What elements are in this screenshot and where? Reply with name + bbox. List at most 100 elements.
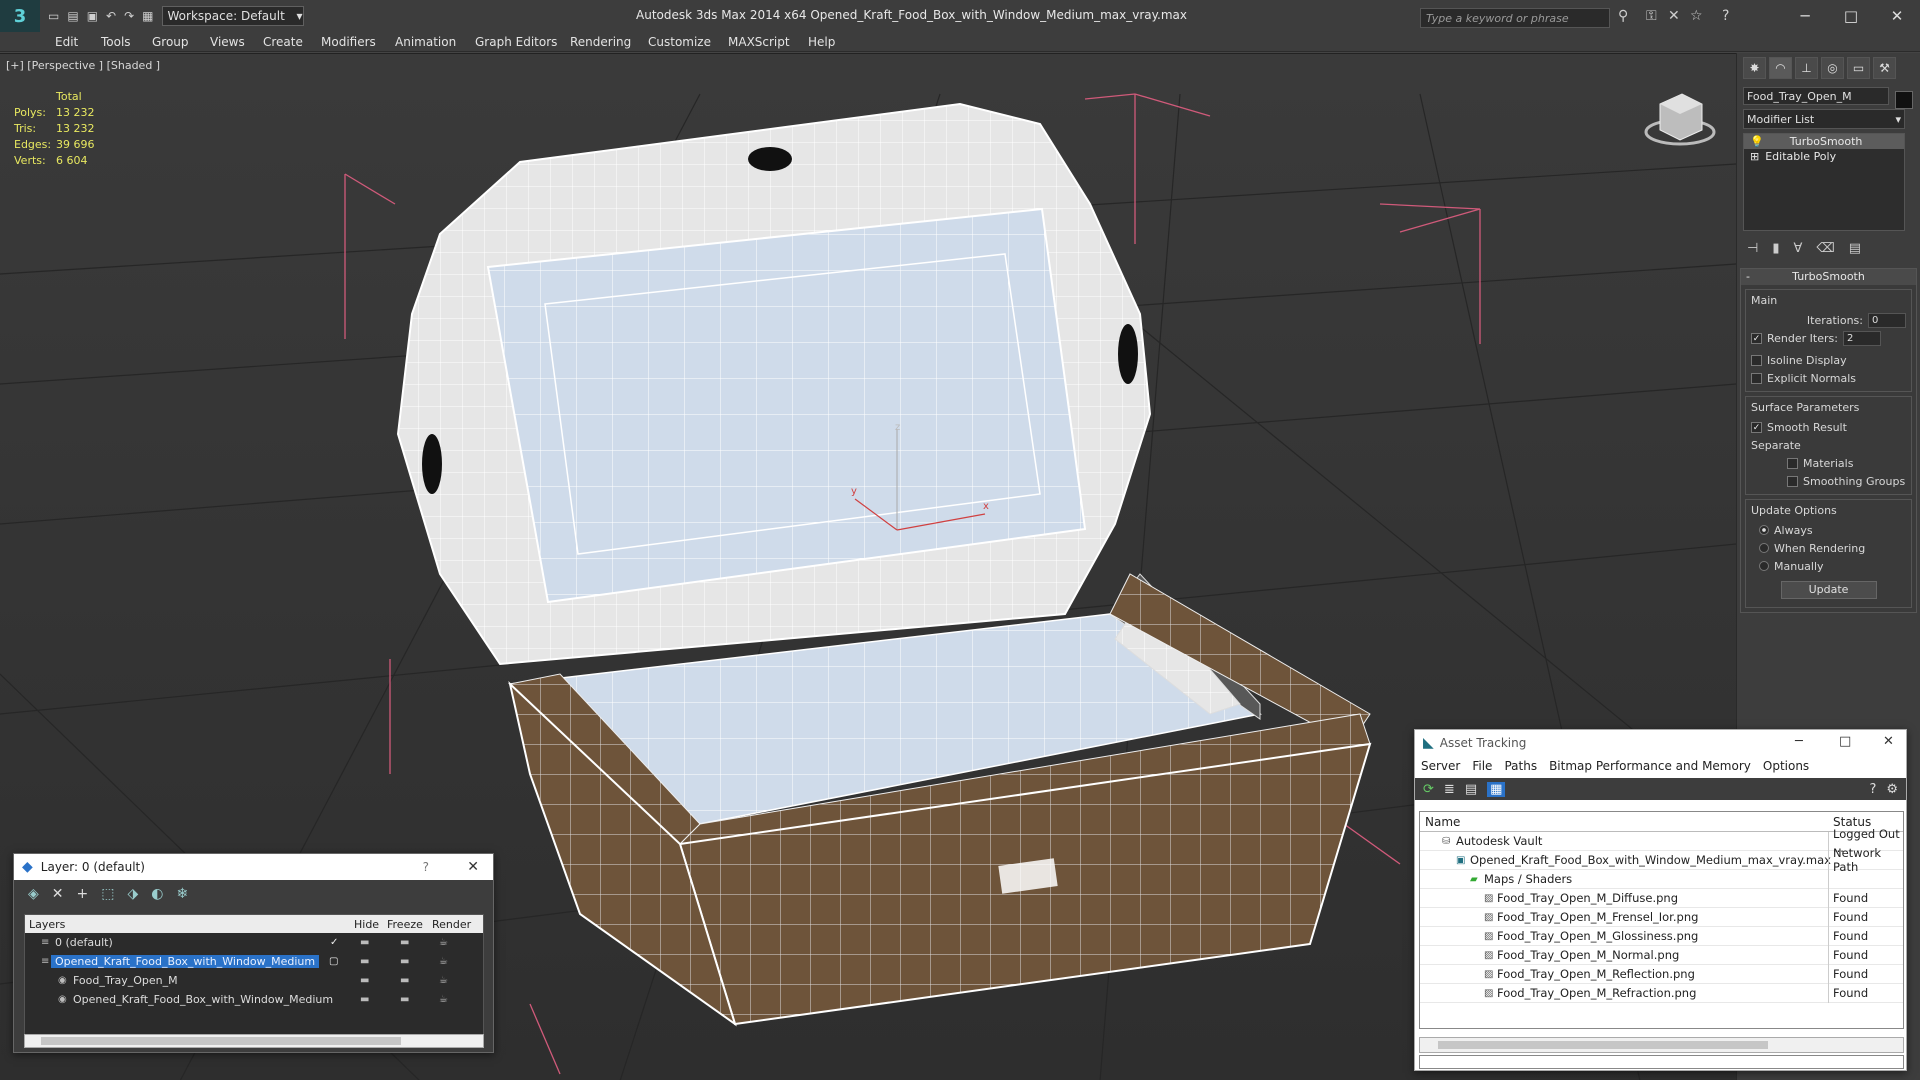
hide-toggle-icon[interactable]: ▬	[360, 937, 369, 948]
menu-options[interactable]: Options	[1763, 759, 1809, 773]
communication-icon[interactable]: ✕	[1668, 8, 1680, 24]
create-tab-icon[interactable]: ✸	[1743, 57, 1766, 79]
help-icon[interactable]: ?	[1722, 8, 1729, 24]
freeze-toggle-icon[interactable]: ▬	[400, 994, 409, 1005]
search-input[interactable]: Type a keyword or phrase	[1420, 8, 1610, 28]
highlight-layer-icon[interactable]: ⬗	[127, 886, 138, 902]
layer-row[interactable]: ≡ Opened_Kraft_Food_Box_with_Window_Medi…	[25, 952, 483, 971]
menu-bitmap-performance[interactable]: Bitmap Performance and Memory	[1549, 759, 1751, 773]
current-layer-box-icon[interactable]: ▢	[329, 956, 338, 967]
menu-paths[interactable]: Paths	[1504, 759, 1537, 773]
col-freeze[interactable]: Freeze	[387, 918, 423, 931]
smoothing-groups-checkbox[interactable]	[1787, 475, 1798, 487]
always-radio[interactable]	[1759, 525, 1769, 535]
save-icon[interactable]: ▣	[87, 9, 98, 23]
asset-row[interactable]: ▨ Food_Tray_Open_M_Frensel_Ior.png Found	[1420, 908, 1903, 927]
menu-help[interactable]: Help	[808, 35, 835, 49]
render-iters-checkbox[interactable]: ✓	[1751, 332, 1762, 344]
asset-row[interactable]: ▨ Food_Tray_Open_M_Diffuse.png Found	[1420, 889, 1903, 908]
show-end-result-icon[interactable]: ▮	[1772, 241, 1779, 256]
motion-tab-icon[interactable]: ◎	[1821, 57, 1844, 79]
menu-file[interactable]: File	[1472, 759, 1492, 773]
menu-modifiers[interactable]: Modifiers	[321, 35, 376, 49]
close-button[interactable]: ✕	[1883, 734, 1894, 749]
hide-toggle-icon[interactable]: ▬	[360, 994, 369, 1005]
menu-rendering[interactable]: Rendering	[570, 35, 631, 49]
menu-views[interactable]: Views	[210, 35, 245, 49]
object-color-swatch[interactable]	[1895, 91, 1913, 109]
close-icon[interactable]: ✕	[467, 859, 479, 875]
scrollbar-thumb[interactable]	[1438, 1041, 1768, 1049]
key-icon[interactable]: ⚿	[1646, 8, 1657, 24]
layer-row[interactable]: ◉ Opened_Kraft_Food_Box_with_Window_Medi…	[25, 990, 483, 1009]
render-teapot-icon[interactable]: ☕	[439, 975, 448, 986]
redo-icon[interactable]: ↷	[124, 9, 134, 23]
asset-row[interactable]: ▰ Maps / Shaders	[1420, 870, 1903, 889]
col-layers[interactable]: Layers	[29, 918, 65, 931]
menu-edit[interactable]: Edit	[55, 35, 78, 49]
utilities-tab-icon[interactable]: ⚒	[1873, 57, 1896, 79]
scrollbar-thumb[interactable]	[41, 1037, 401, 1045]
undo-icon[interactable]: ↶	[106, 9, 116, 23]
freeze-all-icon[interactable]: ❄	[176, 886, 188, 902]
viewport-label[interactable]: [+] [Perspective ] [Shaded ]	[6, 59, 160, 72]
hide-all-icon[interactable]: ◐	[151, 886, 163, 902]
hierarchy-tab-icon[interactable]: ⊥	[1795, 57, 1818, 79]
create-layer-icon[interactable]: ◈	[28, 886, 39, 902]
refresh-icon[interactable]: ⟳	[1423, 782, 1434, 797]
asset-row[interactable]: ▨ Food_Tray_Open_M_Glossiness.png Found	[1420, 927, 1903, 946]
menu-maxscript[interactable]: MAXScript	[728, 35, 790, 49]
menu-animation[interactable]: Animation	[395, 35, 456, 49]
asset-row[interactable]: ▨ Food_Tray_Open_M_Reflection.png Found	[1420, 965, 1903, 984]
list-view-icon[interactable]: ≣	[1444, 782, 1455, 797]
close-button[interactable]: ✕	[1874, 4, 1920, 28]
app-logo-icon[interactable]: 3	[0, 0, 40, 32]
update-button[interactable]: Update	[1780, 581, 1877, 599]
binoculars-icon[interactable]: ⚲	[1618, 8, 1628, 24]
stack-item-turbosmooth[interactable]: 💡 TurboSmooth	[1744, 134, 1904, 149]
layer-row[interactable]: ≡ 0 (default) ✓ ▬ ▬ ☕	[25, 933, 483, 952]
minimize-button[interactable]: ─	[1795, 734, 1803, 749]
menu-customize[interactable]: Customize	[648, 35, 711, 49]
vault-settings-icon[interactable]: ⚙	[1886, 782, 1898, 797]
freeze-toggle-icon[interactable]: ▬	[400, 956, 409, 967]
open-file-icon[interactable]: ▤	[67, 9, 78, 23]
freeze-toggle-icon[interactable]: ▬	[400, 975, 409, 986]
stack-item-editable-poly[interactable]: ⊞ Editable Poly	[1744, 149, 1904, 164]
when-rendering-radio[interactable]	[1759, 543, 1769, 553]
col-render[interactable]: Render	[432, 918, 471, 931]
hide-toggle-icon[interactable]: ▬	[360, 975, 369, 986]
modify-tab-icon[interactable]: ◠	[1769, 57, 1792, 79]
materials-checkbox[interactable]	[1787, 457, 1798, 469]
project-folder-icon[interactable]: ▦	[142, 9, 153, 23]
help-icon[interactable]: ?	[1869, 782, 1876, 797]
asset-row[interactable]: ▨ Food_Tray_Open_M_Normal.png Found	[1420, 946, 1903, 965]
minimize-button[interactable]: ─	[1782, 4, 1828, 28]
menu-server[interactable]: Server	[1421, 759, 1460, 773]
hide-toggle-icon[interactable]: ▬	[360, 956, 369, 967]
layer-horizontal-scrollbar[interactable]	[24, 1034, 484, 1048]
expand-plus-icon[interactable]: ⊞	[1750, 150, 1759, 163]
table-view-icon[interactable]: ▦	[1487, 781, 1506, 797]
col-name[interactable]: Name	[1425, 815, 1460, 829]
freeze-toggle-icon[interactable]: ▬	[400, 937, 409, 948]
isoline-checkbox[interactable]	[1751, 354, 1762, 366]
maximize-button[interactable]: □	[1839, 734, 1851, 749]
lightbulb-icon[interactable]: 💡	[1750, 135, 1764, 148]
asset-row[interactable]: ▣ Opened_Kraft_Food_Box_with_Window_Medi…	[1420, 846, 1903, 874]
layer-row[interactable]: ◉ Food_Tray_Open_M ▬ ▬ ☕	[25, 971, 483, 990]
iterations-spinner[interactable]: 0	[1868, 312, 1906, 328]
rollout-header[interactable]: - TurboSmooth	[1741, 269, 1916, 285]
asset-row[interactable]: ▨ Food_Tray_Open_M_Refraction.png Found	[1420, 984, 1903, 1003]
col-hide[interactable]: Hide	[354, 918, 379, 931]
layer-dialog-titlebar[interactable]: ◆ Layer: 0 (default) ? ✕	[14, 854, 493, 880]
display-tab-icon[interactable]: ▭	[1847, 57, 1870, 79]
maximize-button[interactable]: □	[1828, 4, 1874, 28]
workspace-dropdown[interactable]: Workspace: Default ▾	[161, 6, 304, 26]
object-name-field[interactable]: Food_Tray_Open_M	[1743, 87, 1889, 105]
pin-stack-icon[interactable]: ⊣	[1747, 241, 1758, 256]
asset-horizontal-scrollbar[interactable]	[1419, 1037, 1904, 1053]
select-objects-icon[interactable]: ⬚	[101, 886, 114, 902]
help-button[interactable]: ?	[423, 860, 429, 874]
asset-row[interactable]: ⛁ Autodesk Vault Logged Out ...	[1420, 827, 1903, 855]
